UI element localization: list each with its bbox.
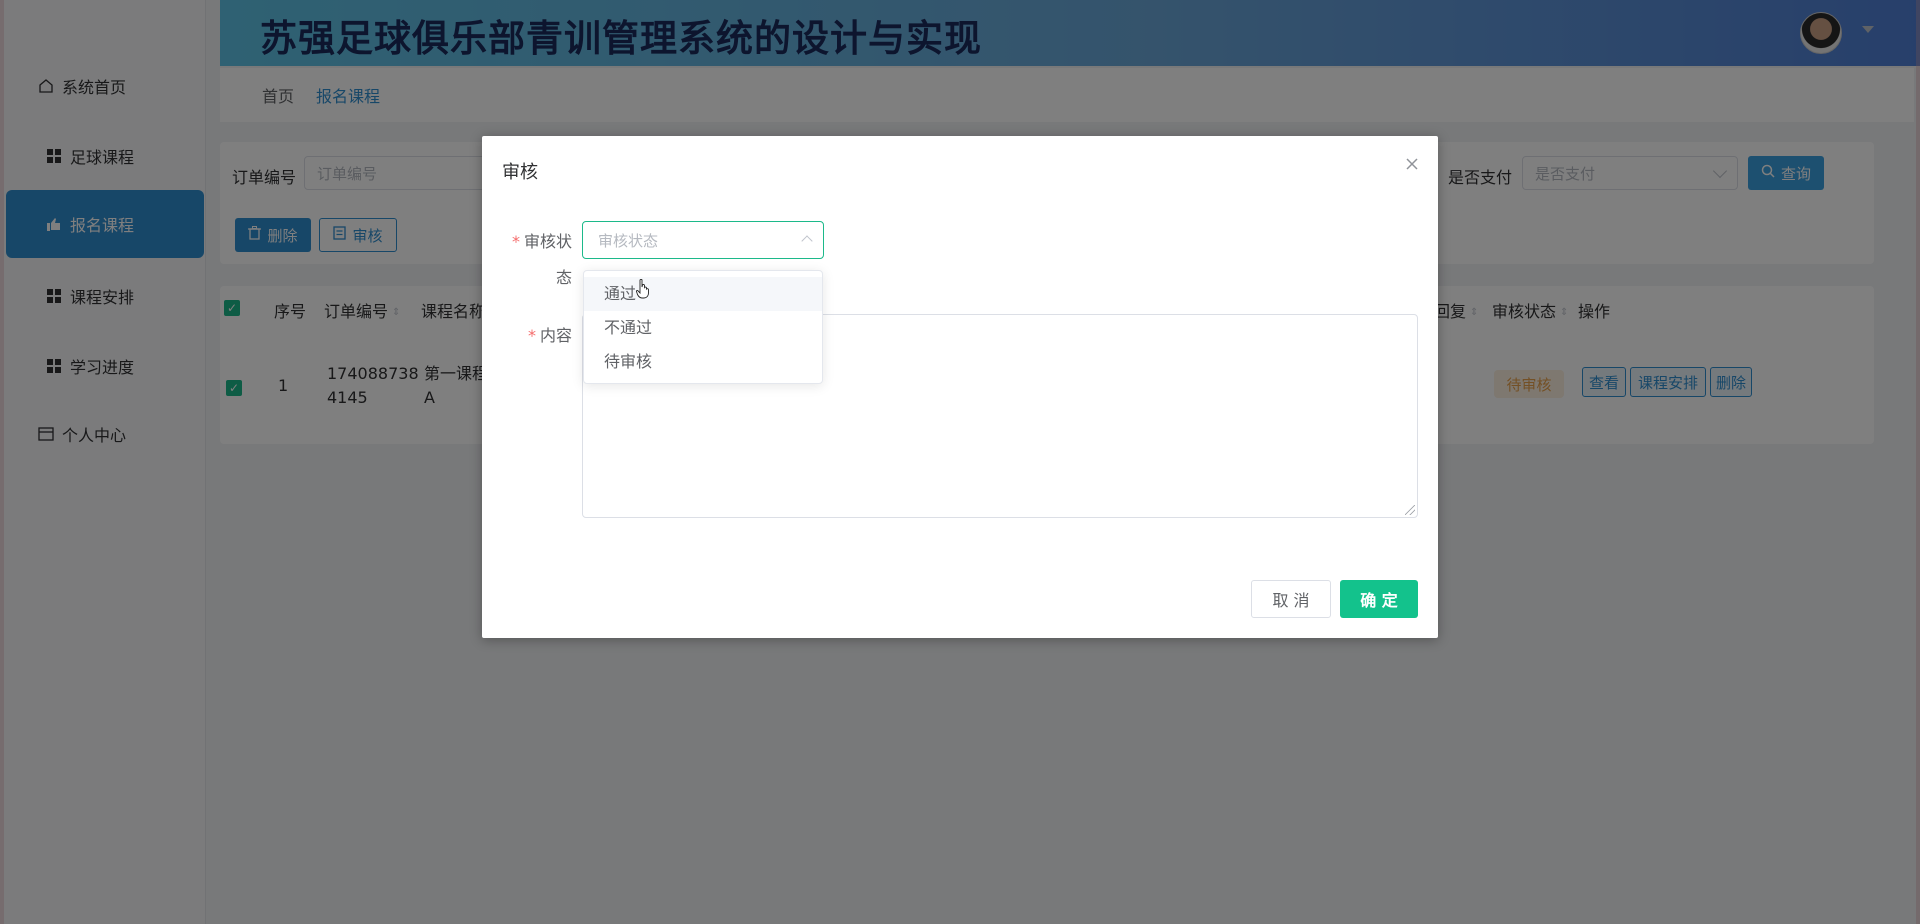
content-field-label-text: 内容 <box>539 326 572 345</box>
status-select-placeholder: 审核状态 <box>598 231 659 250</box>
hand-cursor-icon <box>636 279 649 299</box>
dropdown-option-pass[interactable]: 通过 <box>584 277 822 311</box>
required-mark: * <box>511 232 520 251</box>
required-mark: * <box>527 326 536 345</box>
status-select[interactable]: 审核状态 <box>582 221 824 259</box>
dialog-title: 审核 <box>502 162 538 183</box>
status-field-label-line2: 态 <box>555 268 572 287</box>
dropdown-option-fail[interactable]: 不通过 <box>584 311 822 345</box>
resize-grip-icon[interactable] <box>1405 505 1415 515</box>
audit-dialog: 审核 * 审核状 态 审核状态 * 内容 取 消 确 定 <box>482 136 1438 638</box>
close-icon[interactable] <box>1406 154 1418 175</box>
status-dropdown-menu: 通过 不通过 待审核 <box>583 270 823 384</box>
chevron-up-icon <box>801 235 813 247</box>
cancel-button[interactable]: 取 消 <box>1251 580 1331 618</box>
status-field-label-line1: 审核状 <box>523 232 572 251</box>
dropdown-option-pending[interactable]: 待审核 <box>584 345 822 379</box>
status-field-label: * 审核状 <box>508 228 572 252</box>
confirm-button[interactable]: 确 定 <box>1340 580 1418 618</box>
content-field-label: * 内容 <box>508 322 572 346</box>
